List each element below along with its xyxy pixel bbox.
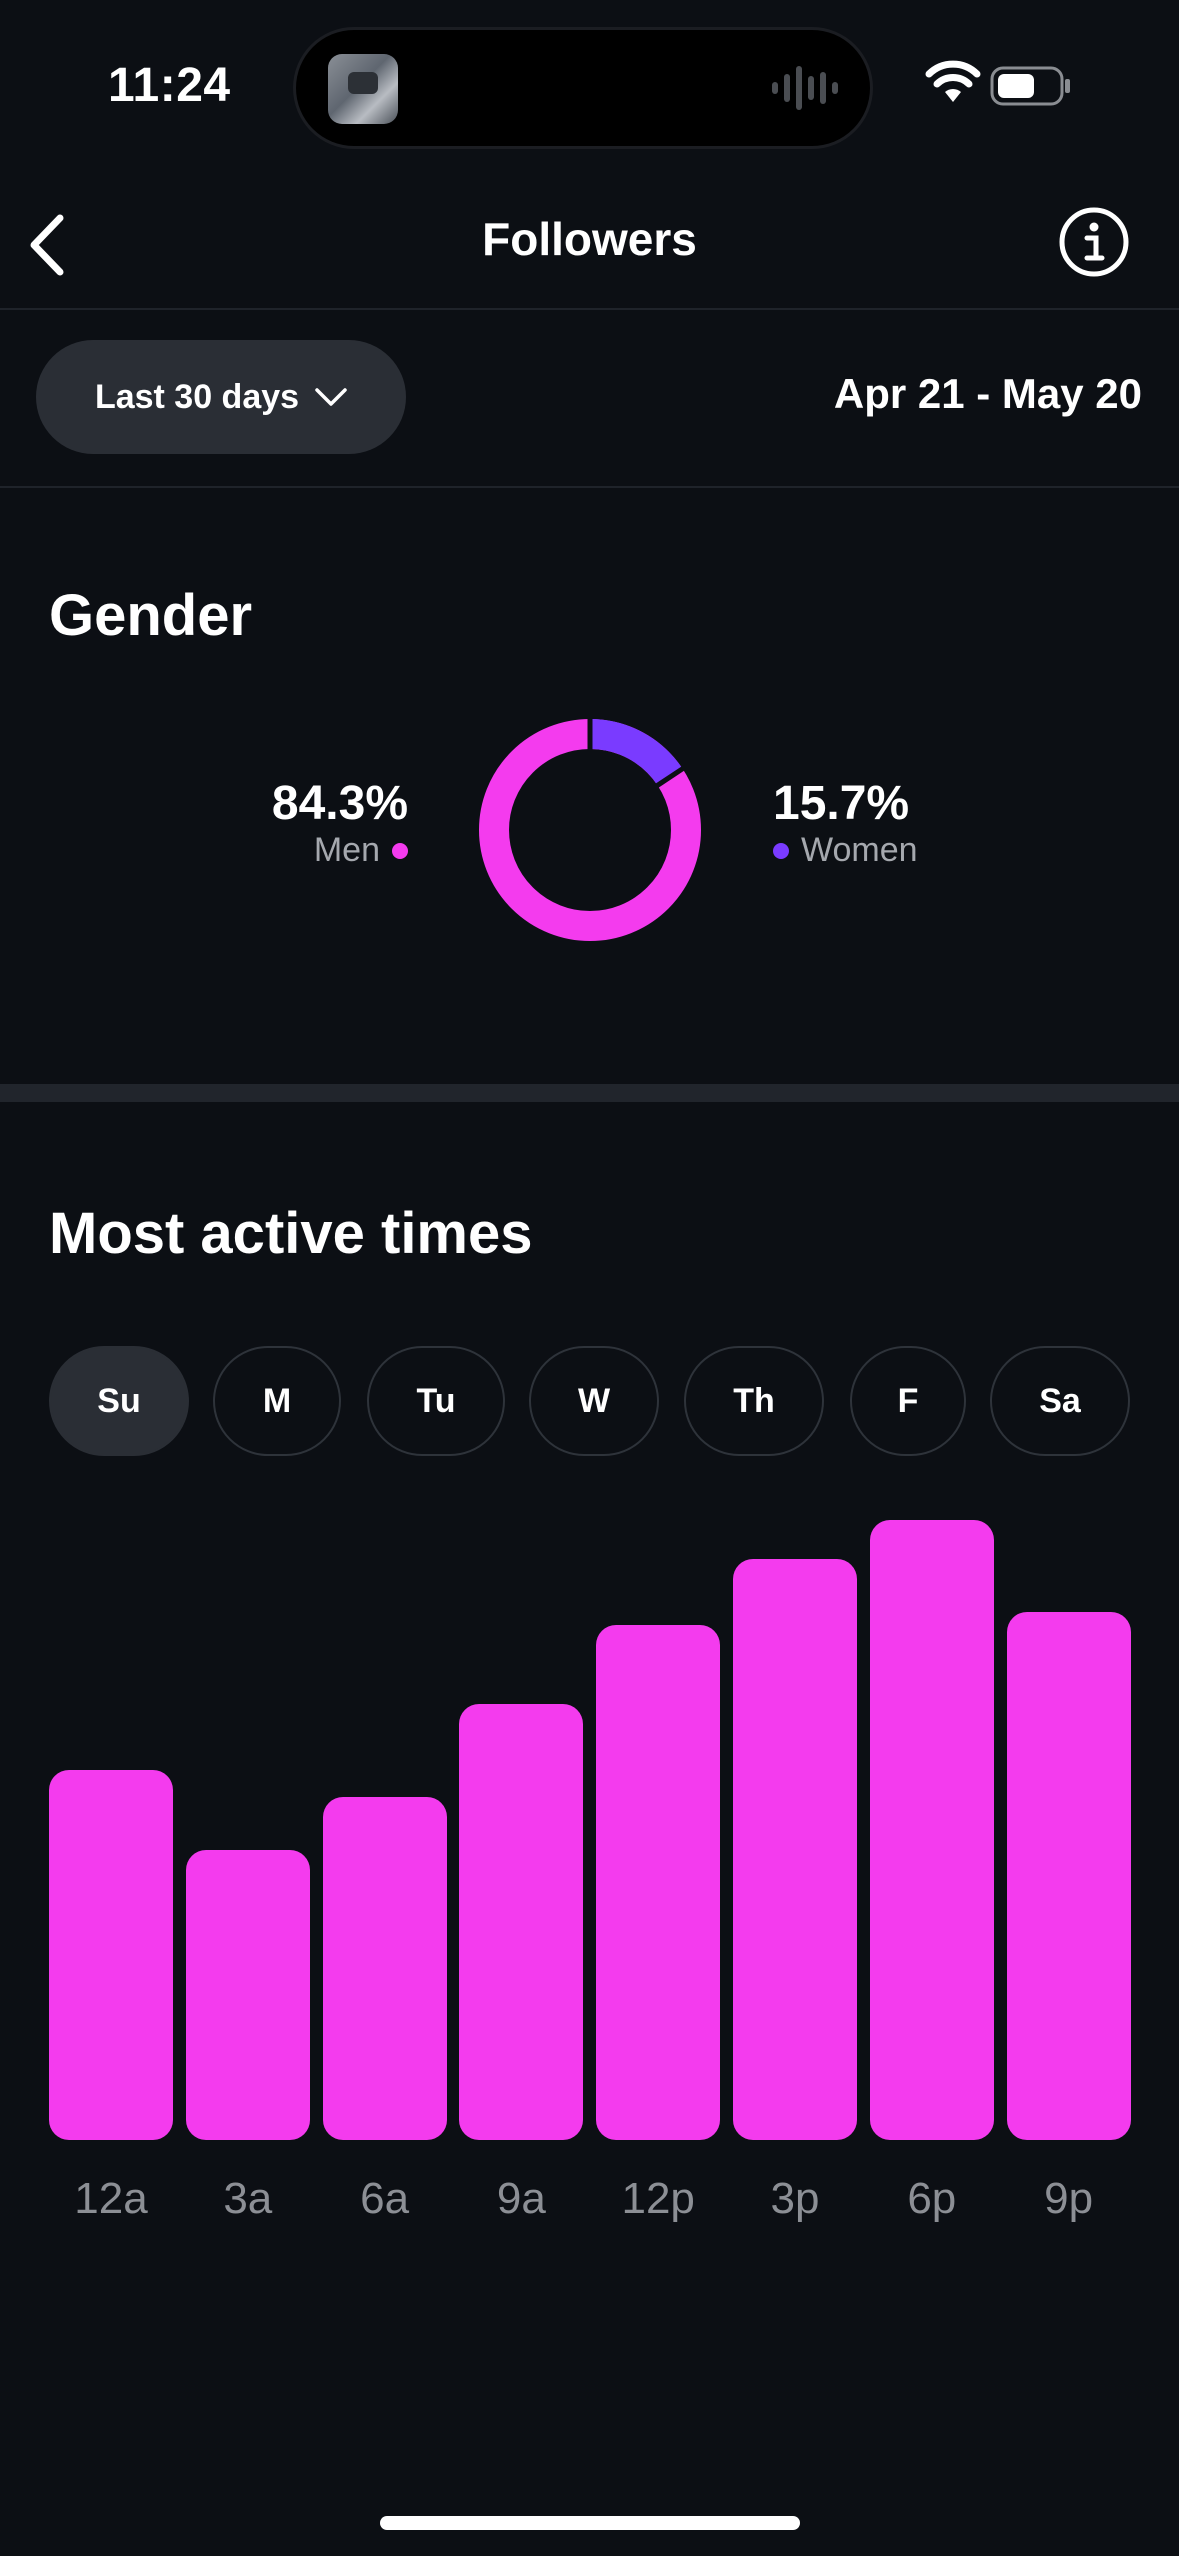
- wifi-icon: [925, 60, 981, 102]
- women-stat: 15.7% Women: [773, 776, 993, 870]
- day-tab-su[interactable]: Su: [49, 1346, 189, 1456]
- day-tab-f[interactable]: F: [850, 1346, 966, 1456]
- men-percent: 84.3%: [271, 777, 408, 830]
- day-tab-sa[interactable]: Sa: [990, 1346, 1130, 1456]
- home-indicator[interactable]: [380, 2516, 800, 2530]
- section-divider: [0, 1084, 1179, 1102]
- men-label: Men: [313, 831, 380, 869]
- bar-3p: [733, 1559, 857, 2140]
- women-legend: Women: [773, 831, 993, 870]
- header-divider: [0, 308, 1179, 310]
- day-tab-th[interactable]: Th: [684, 1346, 824, 1456]
- chevron-down-icon: [315, 388, 347, 406]
- gender-donut-chart: [479, 718, 701, 941]
- men-dot-icon: [392, 842, 408, 859]
- bar-12p: [596, 1625, 721, 2140]
- women-percent: 15.7%: [773, 777, 910, 830]
- audio-wave-icon: [772, 66, 838, 110]
- status-time: 11:24: [108, 59, 231, 112]
- bar-6a: [322, 1796, 447, 2140]
- x-tick-label: 3p: [770, 2174, 820, 2223]
- x-tick-label: 9p: [1044, 2174, 1094, 2223]
- bar-9p: [1006, 1612, 1131, 2140]
- day-tab-m[interactable]: M: [213, 1346, 341, 1456]
- x-tick-label: 12a: [74, 2174, 148, 2223]
- page-title: Followers: [482, 213, 697, 265]
- active-times-bar-chart: 12a 3a 6a 9a 12p 3p 6p 9p: [0, 1500, 1179, 2260]
- x-tick-label: 9a: [496, 2174, 546, 2223]
- bar-3a: [185, 1849, 310, 2140]
- filter-divider: [0, 486, 1179, 488]
- women-label: Women: [801, 831, 918, 869]
- bar-9a: [459, 1704, 584, 2140]
- x-tick-label: 6a: [360, 2174, 410, 2223]
- date-range-dropdown[interactable]: Last 30 days: [36, 340, 406, 454]
- bar-6p: [869, 1519, 994, 2140]
- day-tab-w[interactable]: W: [529, 1346, 659, 1456]
- women-dot-icon: [773, 842, 789, 859]
- now-playing-thumbnail: [328, 54, 398, 124]
- date-range-text: Apr 21 - May 20: [833, 370, 1142, 417]
- men-legend: Men: [200, 831, 408, 870]
- day-tab-tu[interactable]: Tu: [367, 1346, 505, 1456]
- dynamic-island[interactable]: [296, 30, 870, 146]
- women-slice: [589, 719, 683, 786]
- most-active-title: Most active times: [49, 1201, 533, 1266]
- info-icon[interactable]: [1058, 206, 1130, 278]
- men-stat: 84.3% Men: [200, 776, 408, 870]
- x-tick-label: 6p: [907, 2174, 957, 2223]
- date-range-dropdown-label: Last 30 days: [94, 377, 300, 416]
- x-tick-label: 3a: [223, 2174, 273, 2223]
- battery-icon: [990, 66, 1070, 106]
- x-tick-label: 12p: [621, 2174, 695, 2223]
- bar-12a: [49, 1770, 173, 2140]
- gender-title: Gender: [49, 583, 253, 648]
